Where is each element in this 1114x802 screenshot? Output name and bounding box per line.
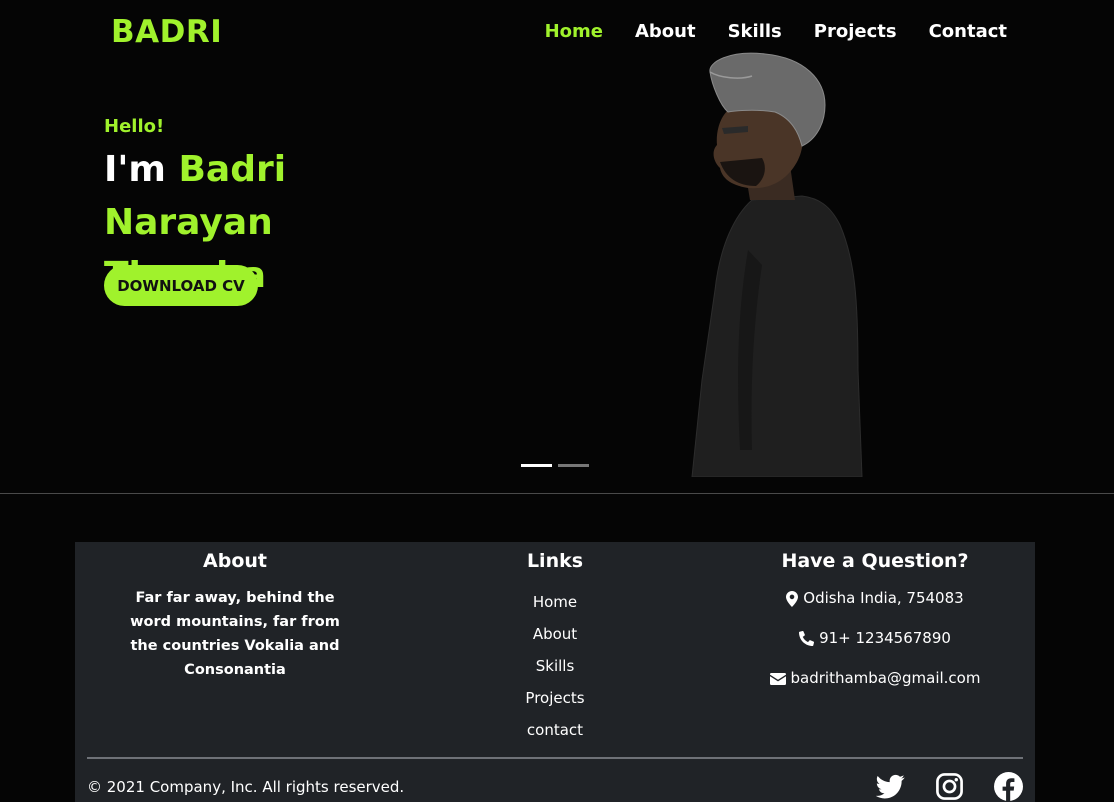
- footer-links: Links Home About Skills Projects contact: [455, 550, 655, 746]
- footer-about-text: Far far away, behind the word mountains,…: [130, 590, 340, 678]
- footer-link-skills[interactable]: Skills: [455, 650, 655, 682]
- download-cv-button[interactable]: DOWNLOAD CV: [104, 265, 258, 306]
- footer-links-title: Links: [526, 550, 584, 572]
- footer-contact: Have a Question? Odisha India, 754083 91…: [735, 550, 1015, 691]
- hero-portrait: [691, 52, 863, 477]
- contact-address: Odisha India, 754083: [735, 586, 1015, 611]
- hero-im: I'm: [104, 149, 179, 190]
- envelope-icon: [769, 672, 786, 685]
- footer-links-list: Home About Skills Projects contact: [455, 586, 655, 746]
- footer-contact-title: Have a Question?: [781, 550, 969, 572]
- brand-logo[interactable]: BADRI: [111, 14, 222, 50]
- site-footer: About Far far away, behind the word moun…: [75, 542, 1035, 802]
- contact-phone: 91+ 1234567890: [735, 626, 1015, 651]
- footer-divider: [87, 757, 1023, 759]
- footer-about-title: About: [203, 550, 267, 572]
- hero-greeting: Hello!: [104, 116, 165, 137]
- carousel-indicator-1[interactable]: [521, 464, 552, 467]
- footer-link-projects[interactable]: Projects: [455, 682, 655, 714]
- nav-home[interactable]: Home: [545, 21, 603, 42]
- contact-address-text: Odisha India, 754083: [803, 589, 964, 607]
- nav-skills[interactable]: Skills: [728, 21, 782, 42]
- social-links: [875, 772, 1023, 801]
- contact-email-text[interactable]: badrithamba@gmail.com: [791, 666, 981, 691]
- footer-link-contact[interactable]: contact: [455, 714, 655, 746]
- contact-phone-text: 91+ 1234567890: [819, 629, 951, 647]
- footer-link-home[interactable]: Home: [455, 586, 655, 618]
- nav-projects[interactable]: Projects: [814, 21, 897, 42]
- main-nav: Home About Skills Projects Contact: [545, 21, 1007, 42]
- copyright-text: © 2021 Company, Inc. All rights reserved…: [87, 778, 405, 796]
- map-marker-icon: [786, 590, 799, 607]
- facebook-icon[interactable]: [994, 772, 1023, 801]
- carousel-indicator-2[interactable]: [558, 464, 589, 467]
- phone-icon: [799, 631, 815, 646]
- carousel-indicators: [521, 464, 589, 467]
- instagram-icon[interactable]: [935, 772, 964, 801]
- section-divider: [0, 493, 1114, 494]
- twitter-icon[interactable]: [875, 772, 905, 801]
- footer-about: About Far far away, behind the word moun…: [120, 550, 350, 682]
- footer-link-about[interactable]: About: [455, 618, 655, 650]
- contact-email: badrithamba@gmail.com: [735, 666, 1015, 691]
- nav-contact[interactable]: Contact: [929, 21, 1007, 42]
- nav-about[interactable]: About: [635, 21, 696, 42]
